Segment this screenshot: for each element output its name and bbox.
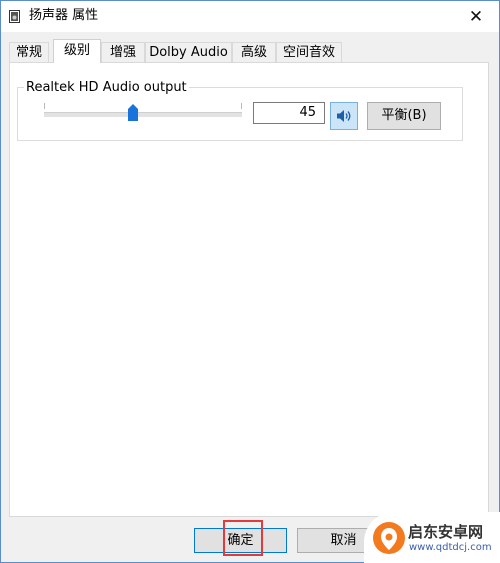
slider-thumb[interactable]: [128, 104, 138, 121]
annotation-highlight-box: [223, 520, 263, 556]
levels-panel: Realtek HD Audio output 45 平衡(B): [9, 62, 489, 517]
window-title: 扬声器 属性: [29, 8, 99, 23]
watermark-logo-icon: [373, 522, 405, 554]
tab-dolby-audio[interactable]: Dolby Audio: [145, 42, 232, 62]
volume-value-field[interactable]: 45: [253, 102, 325, 124]
tab-advanced[interactable]: 高级: [232, 42, 276, 62]
properties-window: 扬声器 属性 ✕ 常规 级别 增强 Dolby Audio 高级 空间音效 Re…: [0, 0, 500, 563]
close-button[interactable]: ✕: [453, 1, 499, 32]
mute-button[interactable]: [330, 102, 358, 130]
tab-general[interactable]: 常规: [9, 42, 49, 62]
watermark-url: www.qdtdcj.com: [409, 542, 492, 553]
balance-button[interactable]: 平衡(B): [367, 102, 441, 130]
tab-enhancements[interactable]: 增强: [101, 42, 145, 62]
title-bar: 扬声器 属性 ✕: [1, 1, 499, 32]
speaker-app-icon: [9, 10, 20, 23]
site-watermark: 启东安卓网 www.qdtdcj.com: [364, 512, 500, 563]
watermark-name: 启东安卓网: [408, 523, 484, 541]
slider-tick: [44, 103, 45, 109]
slider-track: [44, 112, 242, 117]
slider-tick: [241, 103, 242, 109]
close-icon: ✕: [468, 6, 484, 27]
speaker-icon: [337, 110, 351, 122]
device-label: Realtek HD Audio output: [24, 80, 189, 95]
tab-levels[interactable]: 级别: [53, 39, 101, 63]
tab-spatial-sound[interactable]: 空间音效: [276, 42, 342, 62]
volume-slider[interactable]: [44, 102, 242, 124]
